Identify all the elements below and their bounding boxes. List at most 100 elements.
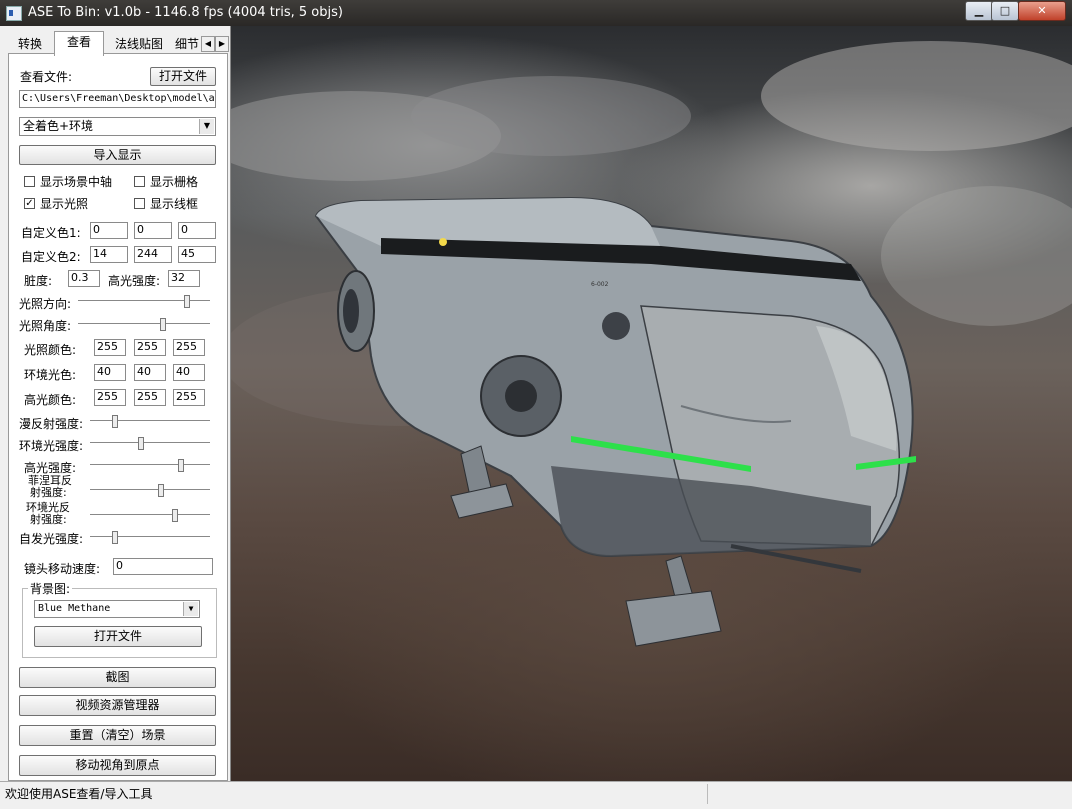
ship-engine-nozzle <box>343 289 359 333</box>
move-to-origin-button[interactable]: 移动视角到原点 <box>19 755 216 776</box>
slider-track <box>90 514 210 516</box>
ambient-strength-label: 环境光强度: <box>19 439 84 453</box>
light-angle-label: 光照角度: <box>19 319 72 333</box>
slider-track <box>90 489 210 491</box>
light-color-r[interactable]: 255 <box>94 339 126 356</box>
shading-mode-select[interactable]: 全着色+环境 ▼ <box>19 117 216 136</box>
reset-scene-button[interactable]: 重置（清空）场景 <box>19 725 216 746</box>
slider-thumb[interactable] <box>157 484 164 497</box>
specular-color-label: 高光颜色: <box>24 393 77 407</box>
fresnel-label-line2: 射强度: <box>30 486 67 499</box>
light-color-g[interactable]: 255 <box>134 339 166 356</box>
app-window: ASE To Bin: v1.0b - 1146.8 fps (4004 tri… <box>0 0 1072 809</box>
custom-color2-b[interactable]: 45 <box>178 246 216 263</box>
diffuse-strength-label: 漫反射强度: <box>19 417 84 431</box>
light-color-b[interactable]: 255 <box>173 339 205 356</box>
ambient-color-g[interactable]: 40 <box>134 364 166 381</box>
close-button[interactable]: ✕ <box>1018 1 1066 21</box>
slider-thumb[interactable] <box>160 318 167 331</box>
background-open-file-button[interactable]: 打开文件 <box>34 626 202 647</box>
background-group-label: 背景图: <box>28 580 73 597</box>
status-text: 欢迎使用ASE查看/导入工具 <box>5 787 153 801</box>
screenshot-button[interactable]: 截图 <box>19 667 216 688</box>
env-reflect-label-line2: 射强度: <box>30 513 67 526</box>
tab-view[interactable]: 查看 <box>54 31 104 56</box>
checkbox-scene-axis-label: 显示场景中轴 <box>40 175 113 189</box>
specular-color-g[interactable]: 255 <box>134 389 166 406</box>
light-color-label: 光照颜色: <box>24 343 77 357</box>
render-viewport[interactable]: 6-002 <box>231 26 1072 781</box>
diffuse-strength-slider[interactable] <box>90 415 210 428</box>
dirt-label: 脏度: <box>24 274 53 288</box>
tab-strip: 转换 查看 法线贴图 细节 ◀ ▶ <box>8 30 230 56</box>
slider-thumb[interactable] <box>184 295 191 308</box>
slider-track <box>78 323 210 325</box>
ship-model: 6-002 <box>231 41 1072 647</box>
background-select[interactable]: Blue Methane ▼ <box>34 600 200 618</box>
minimize-button[interactable]: ▁ <box>965 1 993 21</box>
fresnel-slider[interactable] <box>90 484 210 497</box>
shading-mode-value: 全着色+环境 <box>23 119 94 133</box>
ship-light <box>439 238 447 246</box>
light-angle-slider[interactable] <box>78 318 210 331</box>
import-display-button[interactable]: 导入显示 <box>19 145 216 165</box>
checkbox-grid-label: 显示栅格 <box>150 175 199 189</box>
checkbox-box[interactable]: ✓ <box>24 198 35 209</box>
specular-color-r[interactable]: 255 <box>94 389 126 406</box>
tab-detail[interactable]: 细节 <box>171 34 203 54</box>
env-reflect-slider[interactable] <box>90 509 210 522</box>
background-group <box>22 588 217 658</box>
chevron-down-icon: ▼ <box>199 119 214 134</box>
specular-strength-label: 高光强度: <box>108 274 161 288</box>
cloud <box>881 186 1072 326</box>
slider-track <box>90 464 210 466</box>
camera-speed-label: 镜头移动速度: <box>24 562 101 576</box>
ambient-color-r[interactable]: 40 <box>94 364 126 381</box>
custom-color2-r[interactable]: 14 <box>90 246 128 263</box>
tab-scroll-right-icon[interactable]: ▶ <box>215 36 229 52</box>
checkbox-box[interactable] <box>134 198 145 209</box>
checkbox-box[interactable] <box>24 176 35 187</box>
slider-thumb[interactable] <box>178 459 184 472</box>
light-direction-slider[interactable] <box>78 295 210 308</box>
custom-color1-r[interactable]: 0 <box>90 222 128 239</box>
custom-color1-b[interactable]: 0 <box>178 222 216 239</box>
checkbox-lighting-label: 显示光照 <box>40 197 89 211</box>
title-bar[interactable]: ASE To Bin: v1.0b - 1146.8 fps (4004 tri… <box>0 0 1072 26</box>
slider-thumb[interactable] <box>172 509 178 522</box>
slider-thumb[interactable] <box>138 437 145 450</box>
landing-foot <box>625 590 722 647</box>
custom-color2-g[interactable]: 244 <box>134 246 172 263</box>
dirt-field[interactable]: 0.3 <box>68 270 100 287</box>
camera-speed-field[interactable]: 0 <box>113 558 213 575</box>
slider-track <box>90 420 210 422</box>
tab-convert[interactable]: 转换 <box>10 34 50 54</box>
light-direction-label: 光照方向: <box>19 297 72 311</box>
ship-wheel-hub <box>505 380 537 412</box>
slider-thumb[interactable] <box>112 531 118 544</box>
cloud <box>761 41 1072 151</box>
specular-intensity-slider[interactable] <box>90 459 210 472</box>
view-file-label: 查看文件: <box>20 70 73 84</box>
specular-strength-field[interactable]: 32 <box>168 270 200 287</box>
tab-normal-map[interactable]: 法线贴图 <box>108 34 170 54</box>
open-file-button[interactable]: 打开文件 <box>150 67 216 86</box>
checkbox-box[interactable] <box>134 176 145 187</box>
specular-color-b[interactable]: 255 <box>173 389 205 406</box>
tab-scroll-left-icon[interactable]: ◀ <box>201 36 215 52</box>
file-path-field[interactable]: C:\Users\Freeman\Desktop\model\a <box>19 90 216 108</box>
emissive-strength-slider[interactable] <box>90 531 210 544</box>
ambient-color-b[interactable]: 40 <box>173 364 205 381</box>
custom-color1-g[interactable]: 0 <box>134 222 172 239</box>
ambient-strength-slider[interactable] <box>90 437 210 450</box>
custom-color2-label: 自定义色2: <box>21 250 81 264</box>
status-segment <box>707 784 1068 804</box>
maximize-button[interactable]: □ <box>991 1 1019 21</box>
slider-track <box>90 536 210 538</box>
app-icon <box>6 6 22 21</box>
slider-thumb[interactable] <box>112 415 118 428</box>
slider-track <box>90 442 210 444</box>
ambient-color-label: 环境光色: <box>24 368 77 382</box>
ship-decal: 6-002 <box>591 281 609 288</box>
video-manager-button[interactable]: 视频资源管理器 <box>19 695 216 716</box>
